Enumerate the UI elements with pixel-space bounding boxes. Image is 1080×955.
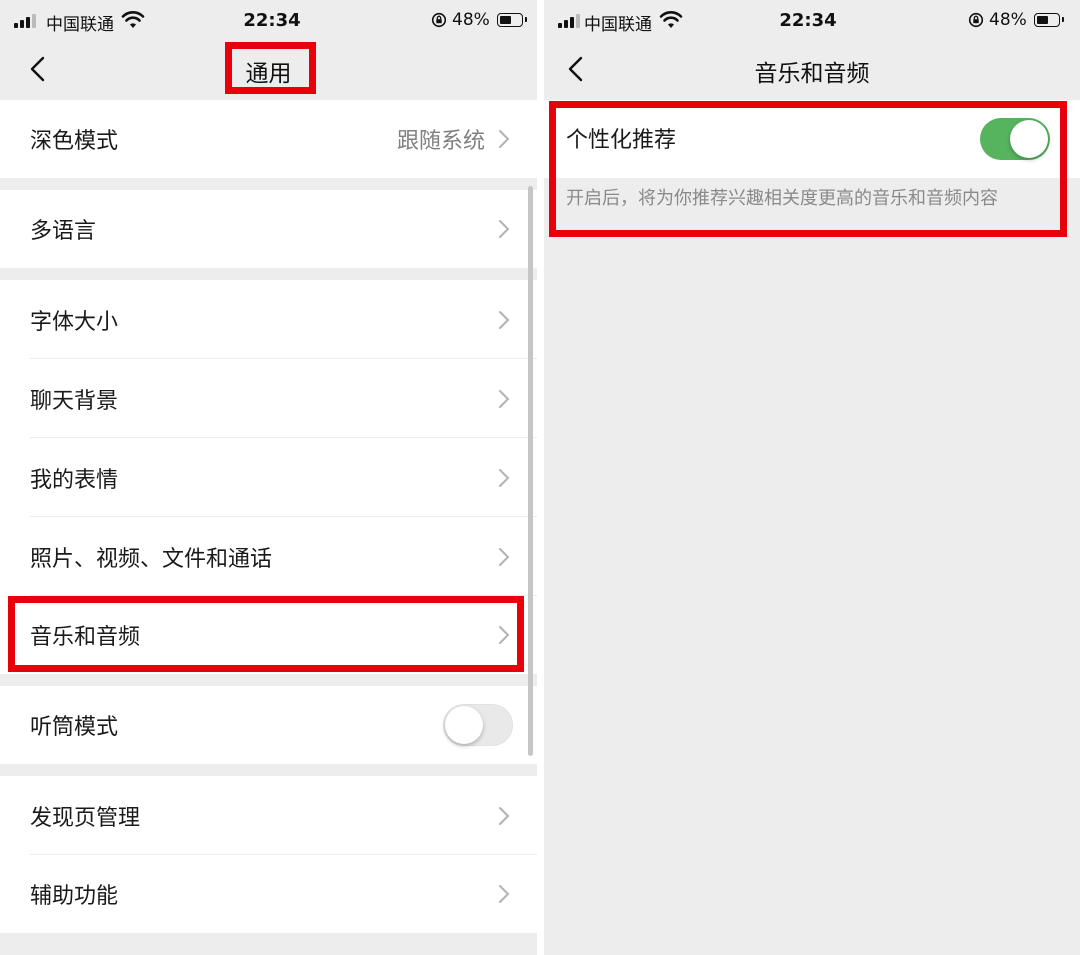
- row-language[interactable]: 多语言: [0, 190, 537, 268]
- option-description: 开启后，将为你推荐兴趣相关度更高的音乐和音频内容: [566, 188, 998, 209]
- row-label: 聊天背景: [30, 388, 119, 414]
- general-settings-screen: 中国联通 22:34 48% 通用 深色模式 跟随系统 多语言 字体大小 聊天背…: [0, 0, 537, 955]
- row-my-stickers[interactable]: 我的表情: [0, 438, 537, 517]
- nav-bar: 音乐和音频: [544, 42, 1080, 98]
- row-label: 我的表情: [30, 467, 119, 493]
- row-label: 发现页管理: [30, 805, 141, 831]
- carrier-name: 中国联通: [46, 15, 114, 35]
- orientation-lock-icon: [431, 12, 447, 28]
- battery-icon: [1034, 13, 1064, 27]
- scrollbar[interactable]: [528, 186, 533, 756]
- row-chat-background[interactable]: 聊天背景: [0, 359, 537, 438]
- row-music-audio[interactable]: 音乐和音频: [0, 596, 537, 674]
- battery-icon: [497, 13, 527, 27]
- chevron-right-icon: [499, 626, 510, 644]
- personalized-recommendation-row: 个性化推荐: [544, 100, 1080, 178]
- row-dark-mode[interactable]: 深色模式 跟随系统: [0, 100, 537, 178]
- status-time: 22:34: [779, 10, 837, 31]
- chevron-right-icon: [499, 310, 510, 329]
- option-label: 个性化推荐: [566, 128, 677, 153]
- status-time: 22:34: [243, 10, 301, 31]
- nav-bar: 通用: [0, 42, 537, 98]
- row-label: 辅助功能: [30, 884, 119, 909]
- wifi-icon: [121, 11, 145, 28]
- row-value: 跟随系统: [396, 129, 485, 154]
- chevron-right-icon: [499, 547, 510, 566]
- status-bar: 中国联通 22:34 48%: [0, 0, 537, 42]
- row-accessibility[interactable]: 辅助功能: [0, 855, 537, 933]
- battery-percent: 48%: [452, 10, 490, 30]
- page-title: 通用: [245, 61, 292, 87]
- orientation-lock-icon: [968, 12, 984, 28]
- row-label: 音乐和音频: [30, 625, 141, 650]
- signal-icon: [558, 14, 580, 28]
- chevron-right-icon: [499, 885, 510, 903]
- chevron-right-icon: [499, 468, 510, 487]
- row-earpiece-mode: 听筒模式: [0, 686, 537, 764]
- row-label: 照片、视频、文件和通话: [30, 546, 273, 572]
- row-label: 深色模式: [30, 129, 119, 154]
- row-label: 字体大小: [30, 309, 119, 335]
- chevron-right-icon: [499, 130, 510, 148]
- chevron-right-icon: [499, 220, 510, 238]
- status-bar: 中国联通 22:34 48%: [544, 0, 1080, 42]
- row-media-files-calls[interactable]: 照片、视频、文件和通话: [0, 517, 537, 596]
- music-audio-screen: 中国联通 22:34 48% 音乐和音频 个性化推荐 开启后，将为你推荐兴趣相关…: [544, 0, 1080, 955]
- row-discover-management[interactable]: 发现页管理: [0, 776, 537, 855]
- row-font-size[interactable]: 字体大小: [0, 280, 537, 359]
- chevron-right-icon: [499, 806, 510, 825]
- carrier-name: 中国联通: [584, 15, 652, 35]
- signal-icon: [14, 14, 36, 28]
- row-label: 听筒模式: [30, 715, 119, 740]
- battery-percent: 48%: [989, 10, 1027, 30]
- chevron-right-icon: [499, 389, 510, 408]
- earpiece-mode-toggle[interactable]: [443, 704, 513, 746]
- wifi-icon: [659, 11, 683, 28]
- personalized-recommendation-toggle[interactable]: [980, 118, 1050, 160]
- page-title: 音乐和音频: [754, 61, 870, 87]
- row-label: 多语言: [30, 219, 97, 244]
